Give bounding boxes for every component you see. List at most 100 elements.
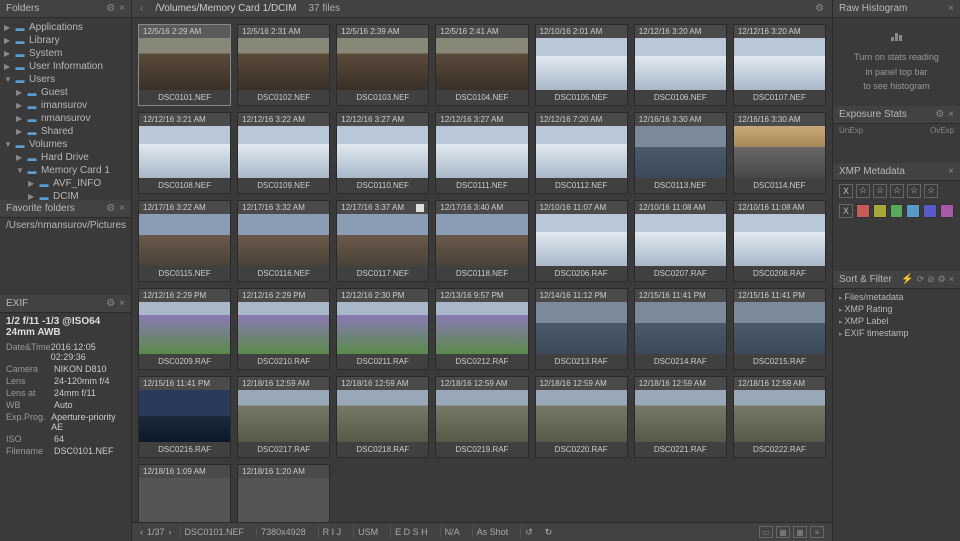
tree-arrow-icon[interactable] xyxy=(4,62,14,71)
status-rotate-right-icon[interactable]: ↻ xyxy=(545,527,553,538)
tree-arrow-icon[interactable] xyxy=(4,140,14,149)
thumbnail[interactable]: 12/12/16 3:27 AMDSC0110.NEF xyxy=(336,112,429,194)
thumbnail[interactable]: 12/18/16 12:59 AMDSC0222.RAF xyxy=(733,376,826,458)
status-usm[interactable]: USM xyxy=(353,527,382,537)
sort-filter-item[interactable]: XMP Rating xyxy=(833,303,960,315)
thumbnail[interactable]: 12/5/16 2:31 AMDSC0102.NEF xyxy=(237,24,330,106)
xmp-star-1[interactable]: ☆ xyxy=(856,184,870,198)
thumbnail[interactable]: 12/18/16 12:59 AMDSC0220.RAF xyxy=(535,376,628,458)
histogram-close-icon[interactable]: × xyxy=(948,3,954,14)
xmp-color-4[interactable] xyxy=(906,204,920,218)
favorite-path[interactable]: /Users/nmansurov/Pictures xyxy=(0,218,131,233)
xmp-color-1[interactable] xyxy=(856,204,870,218)
tree-item[interactable]: ▬Volumes xyxy=(0,138,131,151)
breadcrumb[interactable]: /Volumes/Memory Card 1/DCIM xyxy=(155,3,296,14)
tree-arrow-icon[interactable] xyxy=(16,101,26,110)
tree-arrow-icon[interactable] xyxy=(16,114,26,123)
tree-arrow-icon[interactable] xyxy=(4,36,14,45)
thumbnail[interactable]: 12/18/16 1:09 AM xyxy=(138,464,231,522)
folders-close-icon[interactable]: × xyxy=(119,3,125,14)
sort-filter-item[interactable]: XMP Label xyxy=(833,315,960,327)
tree-item[interactable]: ▬Library xyxy=(0,34,131,47)
thumbnail[interactable]: 12/12/16 3:20 AMDSC0106.NEF xyxy=(634,24,727,106)
tree-item[interactable]: ▬Guest xyxy=(0,86,131,99)
path-gear-icon[interactable]: ⚙ xyxy=(815,3,824,14)
thumbnail[interactable]: 12/16/16 3:30 AMDSC0113.NEF xyxy=(634,112,727,194)
thumbnail[interactable]: 12/5/16 2:39 AMDSC0103.NEF xyxy=(336,24,429,106)
tree-arrow-icon[interactable] xyxy=(4,75,14,84)
tree-item[interactable]: ▬AVF_INFO xyxy=(0,177,131,190)
view-grid4-icon[interactable]: ▦ xyxy=(793,526,807,538)
thumbnail[interactable]: 12/15/16 11:41 PMDSC0216.RAF xyxy=(138,376,231,458)
tree-arrow-icon[interactable] xyxy=(4,23,14,32)
status-channels[interactable]: R I J xyxy=(318,527,346,537)
thumbnail[interactable]: 12/14/16 11:12 PMDSC0213.RAF xyxy=(535,288,628,370)
thumbnail[interactable]: 12/15/16 11:41 PMDSC0215.RAF xyxy=(733,288,826,370)
thumbnail[interactable]: 12/18/16 12:59 AMDSC0218.RAF xyxy=(336,376,429,458)
thumbnail[interactable]: 12/13/16 9:57 PMDSC0212.RAF xyxy=(435,288,528,370)
xmp-star-4[interactable]: ☆ xyxy=(907,184,921,198)
thumbnail[interactable]: 12/5/16 2:41 AMDSC0104.NEF xyxy=(435,24,528,106)
sf-refresh-icon[interactable]: ⊘ xyxy=(927,274,935,285)
tree-item[interactable]: ▬imansurov xyxy=(0,99,131,112)
tree-arrow-icon[interactable] xyxy=(28,179,38,188)
nav-next-icon[interactable]: › xyxy=(169,527,172,537)
tree-item[interactable]: ▬Users xyxy=(0,73,131,86)
xmp-star-5[interactable]: ☆ xyxy=(924,184,938,198)
thumbnail[interactable]: 12/12/16 2:29 PMDSC0209.RAF xyxy=(138,288,231,370)
sf-gear-icon[interactable]: ⚙ xyxy=(938,274,946,285)
xmp-clear-rating[interactable]: X xyxy=(839,184,853,198)
tree-arrow-icon[interactable] xyxy=(4,49,14,58)
xmp-close-icon[interactable]: × xyxy=(948,166,954,177)
thumbnail[interactable]: 12/12/16 3:20 AMDSC0107.NEF xyxy=(733,24,826,106)
favorites-gear-icon[interactable]: ⚙ xyxy=(106,203,115,214)
thumbnail[interactable]: 12/12/16 7:20 AMDSC0112.NEF xyxy=(535,112,628,194)
thumbnail[interactable]: 12/12/16 2:30 PMDSC0211.RAF xyxy=(336,288,429,370)
xmp-clear-label[interactable]: X xyxy=(839,204,853,218)
tree-item[interactable]: ▬User Information xyxy=(0,60,131,73)
sf-filter-icon[interactable]: ⚡ xyxy=(901,274,913,285)
xmp-color-6[interactable] xyxy=(940,204,954,218)
view-list-icon[interactable]: ≡ xyxy=(810,526,824,538)
thumb-checkbox[interactable] xyxy=(416,204,424,212)
thumbnail[interactable]: 12/15/16 11:41 PMDSC0214.RAF xyxy=(634,288,727,370)
status-asshot[interactable]: As Shot xyxy=(472,527,513,537)
thumbnail[interactable]: 12/16/16 3:30 AMDSC0114.NEF xyxy=(733,112,826,194)
sort-filter-item[interactable]: Files/metadata xyxy=(833,291,960,303)
tree-item[interactable]: ▬Memory Card 1 xyxy=(0,164,131,177)
thumbnail[interactable]: 12/18/16 12:59 AMDSC0219.RAF xyxy=(435,376,528,458)
tree-item[interactable]: ▬Hard Drive xyxy=(0,151,131,164)
sort-filter-item[interactable]: EXIF timestamp xyxy=(833,327,960,339)
view-grid2-icon[interactable]: ▦ xyxy=(776,526,790,538)
view-single-icon[interactable]: ▭ xyxy=(759,526,773,538)
tree-item[interactable]: ▬Shared xyxy=(0,125,131,138)
tree-arrow-icon[interactable] xyxy=(16,88,26,97)
sf-close-icon[interactable]: × xyxy=(949,274,954,285)
tree-arrow-icon[interactable] xyxy=(28,192,38,200)
exposure-gear-icon[interactable]: ⚙ xyxy=(935,109,944,120)
xmp-color-2[interactable] xyxy=(873,204,887,218)
thumbnail[interactable]: 12/10/16 2:01 AMDSC0105.NEF xyxy=(535,24,628,106)
folder-tree[interactable]: ▬Applications▬Library▬System▬User Inform… xyxy=(0,18,131,200)
tree-arrow-icon[interactable] xyxy=(16,127,26,136)
tree-item[interactable]: ▬DCIM xyxy=(0,190,131,200)
thumbnail[interactable]: 12/18/16 1:20 AM xyxy=(237,464,330,522)
status-eds[interactable]: E D S H xyxy=(390,527,432,537)
nav-prev-icon[interactable]: ‹ xyxy=(140,527,143,537)
thumbnail[interactable]: 12/5/16 2:29 AMDSC0101.NEF xyxy=(138,24,231,106)
xmp-color-5[interactable] xyxy=(923,204,937,218)
exif-close-icon[interactable]: × xyxy=(119,298,125,309)
thumbnail[interactable]: 12/17/16 3:40 AMDSC0118.NEF xyxy=(435,200,528,282)
thumbnail[interactable]: 12/12/16 2:29 PMDSC0210.RAF xyxy=(237,288,330,370)
thumbnail-grid[interactable]: 12/5/16 2:29 AMDSC0101.NEF12/5/16 2:31 A… xyxy=(132,18,832,522)
thumbnail[interactable]: 12/12/16 3:27 AMDSC0111.NEF xyxy=(435,112,528,194)
favorites-close-icon[interactable]: × xyxy=(119,203,125,214)
xmp-star-3[interactable]: ☆ xyxy=(890,184,904,198)
thumbnail[interactable]: 12/18/16 12:59 AMDSC0217.RAF xyxy=(237,376,330,458)
thumbnail[interactable]: 12/10/16 11:08 AMDSC0207.RAF xyxy=(634,200,727,282)
thumbnail[interactable]: 12/10/16 11:07 AMDSC0206.RAF xyxy=(535,200,628,282)
tree-arrow-icon[interactable] xyxy=(16,153,26,162)
tree-item[interactable]: ▬System xyxy=(0,47,131,60)
thumbnail[interactable]: 12/17/16 3:22 AMDSC0115.NEF xyxy=(138,200,231,282)
exif-gear-icon[interactable]: ⚙ xyxy=(106,298,115,309)
